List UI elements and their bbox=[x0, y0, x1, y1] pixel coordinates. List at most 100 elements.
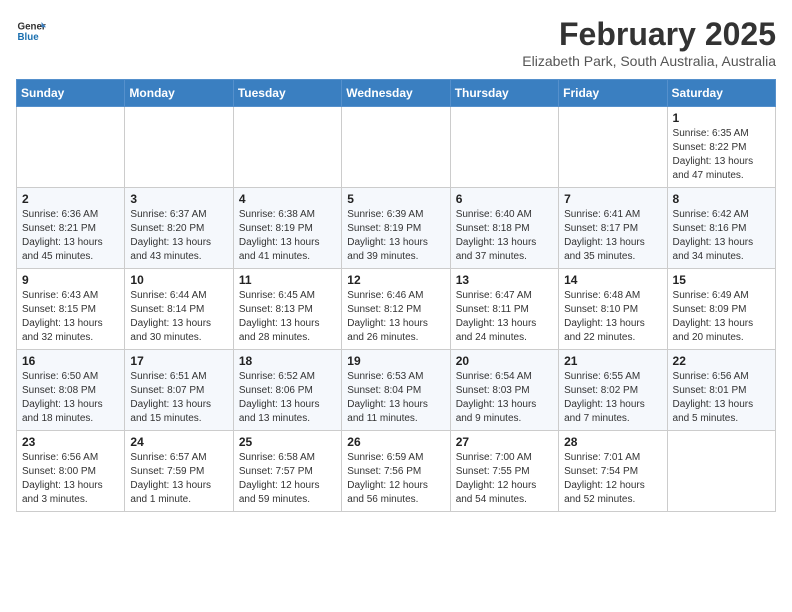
calendar-cell: 11 Sunrise: 6:45 AM Sunset: 8:13 PM Dayli… bbox=[233, 269, 341, 350]
day-info: Sunrise: 6:52 AM Sunset: 8:06 PM Dayligh… bbox=[239, 370, 336, 426]
calendar-cell: 5 Sunrise: 6:39 AM Sunset: 8:19 PM Daylig… bbox=[342, 188, 450, 269]
day-info: Sunrise: 6:53 AM Sunset: 8:04 PM Dayligh… bbox=[347, 370, 444, 426]
logo: General Blue bbox=[16, 16, 46, 46]
day-info: Sunrise: 6:46 AM Sunset: 8:12 PM Dayligh… bbox=[347, 289, 444, 345]
calendar-cell bbox=[17, 107, 125, 188]
day-number: 3 bbox=[130, 192, 227, 206]
day-info: Sunrise: 6:37 AM Sunset: 8:20 PM Dayligh… bbox=[130, 208, 227, 264]
day-info: Sunrise: 6:59 AM Sunset: 7:56 PM Dayligh… bbox=[347, 451, 444, 507]
day-number: 11 bbox=[239, 273, 336, 287]
day-number: 8 bbox=[673, 192, 770, 206]
day-number: 15 bbox=[673, 273, 770, 287]
day-info: Sunrise: 6:50 AM Sunset: 8:08 PM Dayligh… bbox=[22, 370, 119, 426]
day-number: 9 bbox=[22, 273, 119, 287]
calendar-cell: 28 Sunrise: 7:01 AM Sunset: 7:54 PM Dayli… bbox=[559, 431, 667, 512]
day-info: Sunrise: 6:41 AM Sunset: 8:17 PM Dayligh… bbox=[564, 208, 661, 264]
day-info: Sunrise: 6:44 AM Sunset: 8:14 PM Dayligh… bbox=[130, 289, 227, 345]
day-info: Sunrise: 6:40 AM Sunset: 8:18 PM Dayligh… bbox=[456, 208, 553, 264]
day-info: Sunrise: 6:45 AM Sunset: 8:13 PM Dayligh… bbox=[239, 289, 336, 345]
calendar-table: SundayMondayTuesdayWednesdayThursdayFrid… bbox=[16, 79, 776, 512]
subtitle: Elizabeth Park, South Australia, Austral… bbox=[522, 53, 776, 69]
title-block: February 2025 Elizabeth Park, South Aust… bbox=[522, 16, 776, 69]
calendar-body: 1 Sunrise: 6:35 AM Sunset: 8:22 PM Daylig… bbox=[17, 107, 776, 512]
day-number: 1 bbox=[673, 111, 770, 125]
calendar-cell: 9 Sunrise: 6:43 AM Sunset: 8:15 PM Daylig… bbox=[17, 269, 125, 350]
day-number: 19 bbox=[347, 354, 444, 368]
header-day-saturday: Saturday bbox=[667, 80, 775, 107]
header-day-thursday: Thursday bbox=[450, 80, 558, 107]
day-number: 12 bbox=[347, 273, 444, 287]
day-info: Sunrise: 6:48 AM Sunset: 8:10 PM Dayligh… bbox=[564, 289, 661, 345]
calendar-cell: 25 Sunrise: 6:58 AM Sunset: 7:57 PM Dayli… bbox=[233, 431, 341, 512]
day-info: Sunrise: 6:56 AM Sunset: 8:01 PM Dayligh… bbox=[673, 370, 770, 426]
calendar-cell: 3 Sunrise: 6:37 AM Sunset: 8:20 PM Daylig… bbox=[125, 188, 233, 269]
day-number: 23 bbox=[22, 435, 119, 449]
calendar-header: SundayMondayTuesdayWednesdayThursdayFrid… bbox=[17, 80, 776, 107]
day-number: 7 bbox=[564, 192, 661, 206]
calendar-cell bbox=[125, 107, 233, 188]
day-info: Sunrise: 6:38 AM Sunset: 8:19 PM Dayligh… bbox=[239, 208, 336, 264]
svg-text:Blue: Blue bbox=[18, 32, 40, 43]
calendar-cell bbox=[233, 107, 341, 188]
week-row-0: 1 Sunrise: 6:35 AM Sunset: 8:22 PM Daylig… bbox=[17, 107, 776, 188]
calendar-cell: 6 Sunrise: 6:40 AM Sunset: 8:18 PM Daylig… bbox=[450, 188, 558, 269]
day-number: 4 bbox=[239, 192, 336, 206]
day-number: 22 bbox=[673, 354, 770, 368]
day-number: 25 bbox=[239, 435, 336, 449]
page-header: General Blue February 2025 Elizabeth Par… bbox=[16, 16, 776, 69]
header-day-tuesday: Tuesday bbox=[233, 80, 341, 107]
day-number: 17 bbox=[130, 354, 227, 368]
day-number: 28 bbox=[564, 435, 661, 449]
day-number: 2 bbox=[22, 192, 119, 206]
calendar-cell bbox=[342, 107, 450, 188]
calendar-cell: 20 Sunrise: 6:54 AM Sunset: 8:03 PM Dayli… bbox=[450, 350, 558, 431]
day-info: Sunrise: 7:00 AM Sunset: 7:55 PM Dayligh… bbox=[456, 451, 553, 507]
calendar-cell: 17 Sunrise: 6:51 AM Sunset: 8:07 PM Dayli… bbox=[125, 350, 233, 431]
day-number: 26 bbox=[347, 435, 444, 449]
logo-icon: General Blue bbox=[16, 16, 46, 46]
calendar-cell: 13Sunrise: 6:47 AM Sunset: 8:11 PM Dayli… bbox=[450, 269, 558, 350]
calendar-cell: 24Sunrise: 6:57 AM Sunset: 7:59 PM Dayli… bbox=[125, 431, 233, 512]
calendar-cell bbox=[559, 107, 667, 188]
calendar-cell: 10 Sunrise: 6:44 AM Sunset: 8:14 PM Dayli… bbox=[125, 269, 233, 350]
calendar-cell: 27 Sunrise: 7:00 AM Sunset: 7:55 PM Dayli… bbox=[450, 431, 558, 512]
week-row-1: 2 Sunrise: 6:36 AM Sunset: 8:21 PM Daylig… bbox=[17, 188, 776, 269]
header-day-friday: Friday bbox=[559, 80, 667, 107]
day-info: Sunrise: 6:49 AM Sunset: 8:09 PM Dayligh… bbox=[673, 289, 770, 345]
day-info: Sunrise: 6:58 AM Sunset: 7:57 PM Dayligh… bbox=[239, 451, 336, 507]
day-info: Sunrise: 6:36 AM Sunset: 8:21 PM Dayligh… bbox=[22, 208, 119, 264]
header-row: SundayMondayTuesdayWednesdayThursdayFrid… bbox=[17, 80, 776, 107]
calendar-cell: 4 Sunrise: 6:38 AM Sunset: 8:19 PM Daylig… bbox=[233, 188, 341, 269]
calendar-cell: 18 Sunrise: 6:52 AM Sunset: 8:06 PM Dayli… bbox=[233, 350, 341, 431]
calendar-cell: 16 Sunrise: 6:50 AM Sunset: 8:08 PM Dayli… bbox=[17, 350, 125, 431]
calendar-cell: 14Sunrise: 6:48 AM Sunset: 8:10 PM Dayli… bbox=[559, 269, 667, 350]
week-row-3: 16 Sunrise: 6:50 AM Sunset: 8:08 PM Dayli… bbox=[17, 350, 776, 431]
day-info: Sunrise: 6:51 AM Sunset: 8:07 PM Dayligh… bbox=[130, 370, 227, 426]
day-info: Sunrise: 6:39 AM Sunset: 8:19 PM Dayligh… bbox=[347, 208, 444, 264]
day-number: 18 bbox=[239, 354, 336, 368]
day-info: Sunrise: 6:35 AM Sunset: 8:22 PM Dayligh… bbox=[673, 127, 770, 183]
calendar-cell: 2 Sunrise: 6:36 AM Sunset: 8:21 PM Daylig… bbox=[17, 188, 125, 269]
day-info: Sunrise: 6:57 AM Sunset: 7:59 PM Dayligh… bbox=[130, 451, 227, 507]
calendar-cell: 7 Sunrise: 6:41 AM Sunset: 8:17 PM Daylig… bbox=[559, 188, 667, 269]
week-row-2: 9 Sunrise: 6:43 AM Sunset: 8:15 PM Daylig… bbox=[17, 269, 776, 350]
day-info: Sunrise: 7:01 AM Sunset: 7:54 PM Dayligh… bbox=[564, 451, 661, 507]
calendar-cell: 8 Sunrise: 6:42 AM Sunset: 8:16 PM Daylig… bbox=[667, 188, 775, 269]
header-day-sunday: Sunday bbox=[17, 80, 125, 107]
day-number: 5 bbox=[347, 192, 444, 206]
day-number: 6 bbox=[456, 192, 553, 206]
day-number: 20 bbox=[456, 354, 553, 368]
day-number: 27 bbox=[456, 435, 553, 449]
calendar-cell: 15 Sunrise: 6:49 AM Sunset: 8:09 PM Dayli… bbox=[667, 269, 775, 350]
day-number: 16 bbox=[22, 354, 119, 368]
calendar-cell: 19 Sunrise: 6:53 AM Sunset: 8:04 PM Dayli… bbox=[342, 350, 450, 431]
day-info: Sunrise: 6:42 AM Sunset: 8:16 PM Dayligh… bbox=[673, 208, 770, 264]
week-row-4: 23Sunrise: 6:56 AM Sunset: 8:00 PM Dayli… bbox=[17, 431, 776, 512]
day-info: Sunrise: 6:43 AM Sunset: 8:15 PM Dayligh… bbox=[22, 289, 119, 345]
day-info: Sunrise: 6:54 AM Sunset: 8:03 PM Dayligh… bbox=[456, 370, 553, 426]
calendar-cell: 1 Sunrise: 6:35 AM Sunset: 8:22 PM Daylig… bbox=[667, 107, 775, 188]
day-number: 13 bbox=[456, 273, 553, 287]
calendar-cell: 22 Sunrise: 6:56 AM Sunset: 8:01 PM Dayli… bbox=[667, 350, 775, 431]
day-number: 10 bbox=[130, 273, 227, 287]
calendar-cell: 21Sunrise: 6:55 AM Sunset: 8:02 PM Dayli… bbox=[559, 350, 667, 431]
